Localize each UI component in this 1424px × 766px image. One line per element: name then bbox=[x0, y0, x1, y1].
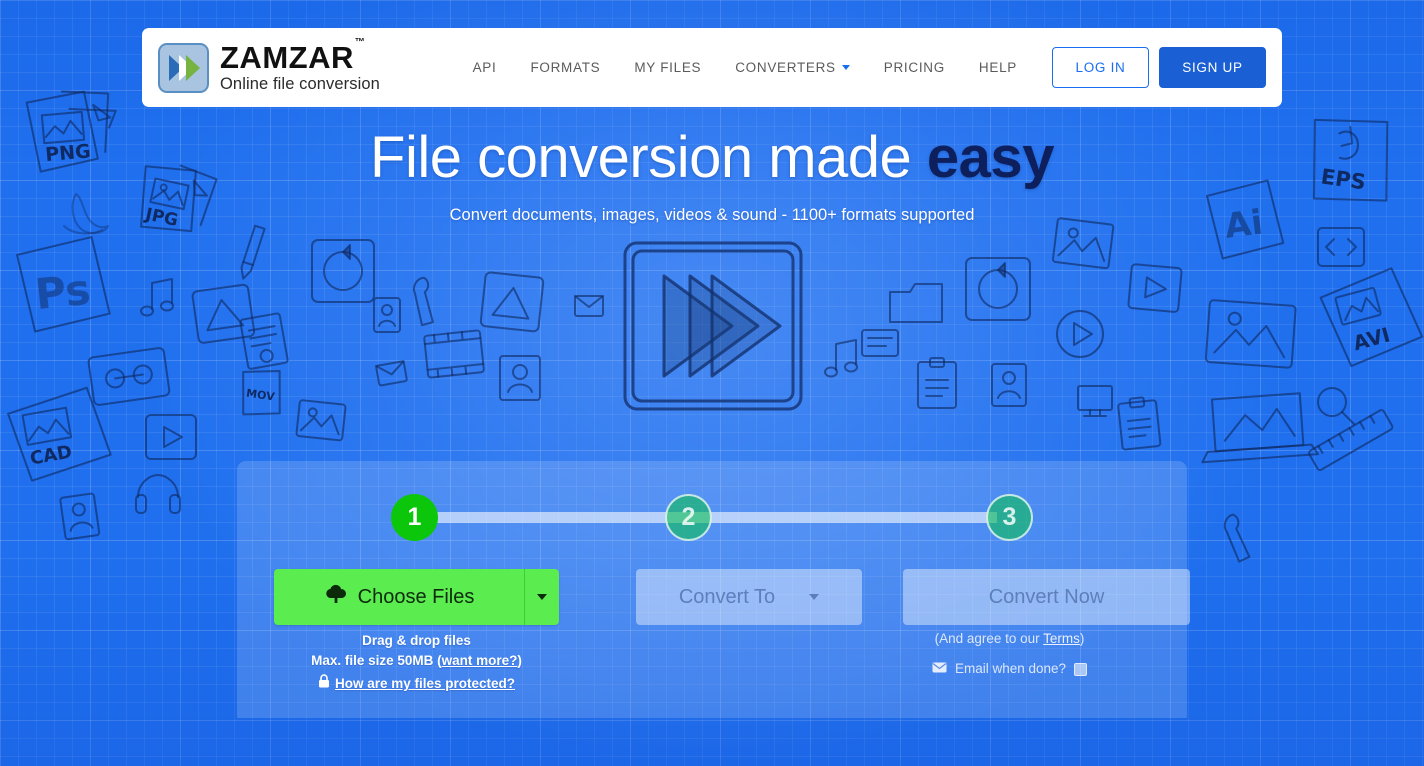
choose-files-button[interactable]: Choose Files bbox=[274, 569, 525, 625]
hero-title-emphasis: easy bbox=[926, 125, 1055, 190]
max-file-size-note: Max. file size 50MB (want more?) bbox=[274, 651, 559, 671]
email-when-done-label: Email when done? bbox=[954, 661, 1067, 676]
terms-suffix: ) bbox=[1079, 631, 1085, 646]
login-button[interactable]: LOG IN bbox=[1052, 47, 1149, 88]
step-3[interactable]: 3 bbox=[986, 494, 1033, 541]
convert-now-button[interactable]: Convert Now bbox=[903, 569, 1190, 625]
converter-controls: Choose Files Convert To Convert Now bbox=[274, 569, 1190, 625]
nav-item-my-files[interactable]: MY FILES bbox=[617, 60, 718, 75]
cloud-upload-icon bbox=[324, 584, 348, 610]
step-progress-bar bbox=[427, 512, 997, 523]
nav-label: PRICING bbox=[883, 60, 945, 75]
drag-drop-hint: Drag & drop files bbox=[362, 633, 471, 648]
main-navigation: API FORMATS MY FILES CONVERTERS PRICING … bbox=[456, 47, 1266, 88]
zamzar-logo-icon bbox=[158, 42, 209, 93]
chevron-down-icon bbox=[841, 65, 850, 70]
files-protected-label: How are my files protected? bbox=[334, 676, 516, 691]
nav-item-formats[interactable]: FORMATS bbox=[513, 60, 617, 75]
step-indicator: 1 2 3 bbox=[391, 494, 1033, 541]
email-when-done-checkbox[interactable] bbox=[1074, 662, 1088, 676]
hero-section: File conversion made easy Convert docume… bbox=[0, 125, 1424, 225]
nav-item-help[interactable]: HELP bbox=[962, 60, 1034, 75]
step-2[interactable]: 2 bbox=[665, 494, 712, 541]
choose-files-dropdown-button[interactable] bbox=[525, 569, 559, 625]
step-1[interactable]: 1 bbox=[391, 494, 438, 541]
envelope-icon bbox=[932, 658, 947, 680]
nav-label: CONVERTERS bbox=[735, 60, 836, 75]
choose-files-split-button: Choose Files bbox=[274, 569, 559, 625]
nav-label: HELP bbox=[978, 60, 1017, 75]
nav-item-api[interactable]: API bbox=[456, 60, 514, 75]
brand-logo[interactable]: ZAMZAR™ Online file conversion bbox=[158, 37, 380, 94]
step-number: 2 bbox=[681, 503, 696, 531]
caret-down-icon bbox=[809, 594, 820, 600]
step-number: 1 bbox=[407, 503, 422, 531]
signup-button-label: SIGN UP bbox=[1182, 60, 1243, 75]
trademark-symbol: ™ bbox=[354, 36, 365, 48]
terms-note: (And agree to our Terms) bbox=[866, 628, 1153, 650]
max-size-suffix: ) bbox=[517, 653, 522, 668]
nav-label: API bbox=[472, 60, 497, 75]
convert-to-label: Convert To bbox=[678, 585, 776, 608]
nav-item-pricing[interactable]: PRICING bbox=[867, 60, 962, 75]
brand-subtitle: Online file conversion bbox=[220, 75, 380, 94]
signup-button[interactable]: SIGN UP bbox=[1159, 47, 1266, 88]
login-button-label: LOG IN bbox=[1075, 60, 1126, 75]
caret-down-icon bbox=[537, 594, 547, 600]
lock-icon bbox=[318, 674, 330, 694]
convert-notes: (And agree to our Terms) Email when done… bbox=[866, 628, 1153, 680]
choose-files-label: Choose Files bbox=[357, 585, 475, 608]
upload-notes: Drag & drop files Max. file size 50MB (w… bbox=[274, 631, 559, 694]
email-when-done-row: Email when done? bbox=[866, 658, 1153, 680]
brand-title-text: ZAMZAR bbox=[220, 40, 354, 76]
files-protected-link[interactable]: How are my files protected? bbox=[274, 674, 559, 694]
step-number: 3 bbox=[1002, 503, 1017, 531]
convert-now-label: Convert Now bbox=[988, 585, 1105, 608]
nav-label: MY FILES bbox=[634, 60, 702, 75]
want-more-link[interactable]: want more? bbox=[442, 653, 518, 668]
terms-link[interactable]: Terms bbox=[1043, 631, 1080, 646]
fast-forward-play-sketch-icon bbox=[620, 238, 806, 414]
site-header: ZAMZAR™ Online file conversion API FORMA… bbox=[142, 28, 1282, 107]
terms-prefix: (And agree to our bbox=[934, 631, 1044, 646]
page-title: File conversion made easy bbox=[0, 125, 1424, 190]
file-converter-widget: 1 2 3 Choose Files Convert To Convert No… bbox=[237, 461, 1190, 718]
nav-label: FORMATS bbox=[530, 60, 601, 75]
hero-title-plain: File conversion made bbox=[370, 125, 927, 190]
max-size-prefix: Max. file size 50MB ( bbox=[311, 653, 442, 668]
hero-subtitle: Convert documents, images, videos & soun… bbox=[449, 205, 975, 224]
nav-item-converters[interactable]: CONVERTERS bbox=[718, 60, 867, 75]
convert-to-dropdown[interactable]: Convert To bbox=[636, 569, 862, 625]
